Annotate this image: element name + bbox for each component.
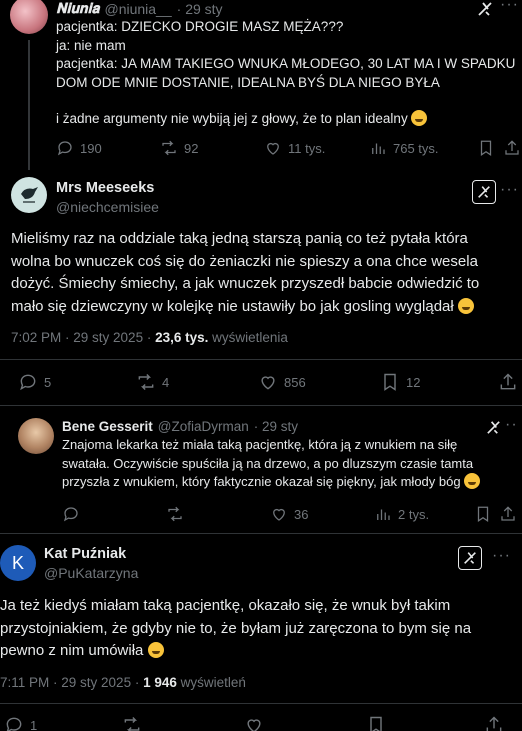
views-count[interactable]: 1 946	[143, 675, 177, 690]
like-button[interactable]: 856	[258, 372, 306, 392]
bookmark-button[interactable]	[474, 505, 492, 523]
tweet-time[interactable]: · 29 sty	[177, 1, 223, 17]
bookmark-button[interactable]	[366, 715, 386, 731]
divider	[0, 359, 522, 360]
views-button[interactable]: 2 tys.	[374, 505, 429, 523]
bookmark-icon	[370, 716, 382, 731]
tweet-line: dożyć. Śmiechy śmiechy, a jak wnuczek pr…	[11, 275, 480, 292]
retweet-button[interactable]: 92	[160, 139, 198, 157]
divider	[0, 405, 522, 406]
author-name[interactable]: Bene Gesserit	[62, 419, 153, 434]
author-handle[interactable]: @ZofiaDyrman	[158, 419, 249, 434]
like-button[interactable]: 11 tys.	[264, 139, 325, 157]
grok-icon[interactable]	[482, 416, 504, 438]
divider	[0, 703, 522, 704]
tweet-line: pewno z nim umówiła	[0, 640, 518, 663]
views-button[interactable]: 765 tys.	[369, 139, 439, 157]
retweet-button[interactable]	[166, 505, 184, 523]
avatar-mrs-meeseeks[interactable]	[11, 177, 47, 213]
bookmark-button[interactable]	[477, 139, 495, 157]
avatar-bene-gesserit[interactable]	[18, 418, 54, 454]
reply-button[interactable]	[62, 505, 80, 523]
tweet-line: wolna bo wnuczek coś się do żeniaczki ni…	[11, 252, 478, 270]
tweet-time[interactable]: · 29 sty	[254, 419, 298, 434]
share-icon	[500, 373, 516, 390]
author-name[interactable]: 𝐍𝐢𝐮𝐧𝐢𝐚	[56, 0, 99, 17]
views-count[interactable]: 23,6 tys.	[155, 330, 208, 345]
thread-line	[28, 40, 30, 170]
tweet-body: Mieliśmy raz na oddziale taką jedną star…	[11, 228, 516, 318]
retweet-button[interactable]: 4	[136, 372, 169, 392]
share-button[interactable]	[498, 372, 518, 392]
heart-icon	[261, 376, 275, 390]
tweet-line: ja: nie mam	[56, 37, 126, 53]
like-button[interactable]: 36	[270, 505, 308, 523]
author-handle[interactable]: @PuKatarzyna	[44, 565, 138, 581]
like-button[interactable]	[244, 715, 264, 731]
laughing-emoji	[411, 110, 428, 126]
tweet-body: pacjentka: DZIECKO DROGIE MASZ MĘŻA??? j…	[56, 18, 516, 129]
tweet-line: pacjentka: JA MAM TAKIEGO WNUKA MŁODEGO,…	[56, 56, 516, 71]
bookmark-icon	[480, 140, 492, 156]
author-name[interactable]: Kat Puźniak	[44, 546, 126, 562]
retweet-button[interactable]	[122, 715, 142, 731]
reply-button[interactable]: 190	[56, 139, 102, 157]
bookmark-button[interactable]: 12	[380, 372, 420, 392]
share-button[interactable]	[503, 139, 521, 157]
tweet-meta: 7:02 PM · 29 sty 2025 · 23,6 tys. wyświe…	[11, 330, 288, 345]
tweet-line: pacjentka: DZIECKO DROGIE MASZ MĘŻA???	[56, 19, 344, 34]
tweet-line: i żadne argumenty nie wybiją jej z głowy…	[56, 110, 516, 129]
share-button[interactable]	[484, 715, 504, 731]
reply-icon	[63, 507, 78, 522]
reply-icon	[20, 374, 36, 391]
share-icon	[505, 140, 519, 155]
bird-logo-icon	[21, 187, 38, 203]
reply-button[interactable]: 1	[4, 715, 37, 731]
grok-icon[interactable]	[472, 180, 496, 204]
views-icon	[377, 509, 390, 520]
reply-icon	[57, 141, 72, 156]
author-handle[interactable]: @niunia__	[104, 1, 171, 17]
retweet-icon	[162, 140, 176, 156]
more-options-icon[interactable]: ···	[500, 0, 519, 14]
tweet-line: Ja też kiedyś miałam taką pacjentkę, oka…	[0, 597, 451, 614]
tears-of-joy-emoji	[457, 297, 474, 314]
author-handle[interactable]: @niechcemisiee	[56, 199, 159, 215]
views-icon	[372, 143, 385, 154]
retweet-icon	[124, 716, 140, 731]
share-icon	[486, 716, 502, 731]
avatar-kat-puzniak[interactable]: K	[0, 545, 36, 581]
grok-icon[interactable]	[458, 546, 482, 570]
tweet-line: Mieliśmy raz na oddziale taką jedną star…	[11, 230, 468, 247]
retweet-icon	[168, 506, 182, 522]
reply-icon	[6, 717, 22, 731]
divider	[0, 533, 522, 534]
tweet-line: DOM ODE MNIE DOSTANIE, IDEALNA BYŚ DLA N…	[56, 74, 440, 90]
tweet-line: swatała. Oczywiście spuściła ją na drzew…	[62, 455, 474, 471]
retweet-icon	[138, 373, 154, 391]
share-button[interactable]	[499, 505, 517, 523]
tweet-body: Znajoma lekarka też miała taką pacjentkę…	[62, 436, 517, 492]
reply-button[interactable]: 5	[18, 372, 51, 392]
more-options-icon[interactable]: ···	[492, 547, 511, 565]
tweet-line: Znajoma lekarka też miała taką pacjentkę…	[62, 437, 458, 452]
grok-icon[interactable]	[474, 0, 496, 20]
tears-of-joy-emoji	[147, 642, 164, 658]
tweet-line: przystojniakiem, że gdyby nie to, że był…	[0, 619, 472, 637]
tweet-line: mało się dziewczyny w kolejkę nie ustawi…	[11, 296, 516, 319]
heart-icon	[267, 142, 279, 155]
tears-of-joy-emoji	[464, 473, 481, 489]
avatar-niunia[interactable]	[10, 0, 48, 34]
tweet-body: Ja też kiedyś miałam taką pacjentkę, oka…	[0, 595, 518, 663]
heart-icon	[247, 719, 261, 731]
tweet-line: przyszła z wnukiem, który faktycznie oka…	[62, 473, 517, 492]
heart-icon	[273, 508, 285, 521]
more-options-icon[interactable]: ···	[500, 181, 519, 199]
tweet-meta: 7:11 PM · 29 sty 2025 · 1 946 wyświetleń	[0, 675, 246, 690]
author-name[interactable]: Mrs Meeseeks	[56, 180, 154, 196]
bookmark-icon	[477, 506, 489, 522]
more-options-icon[interactable]: ··	[505, 416, 518, 434]
share-icon	[501, 506, 515, 521]
bookmark-icon	[384, 373, 396, 391]
